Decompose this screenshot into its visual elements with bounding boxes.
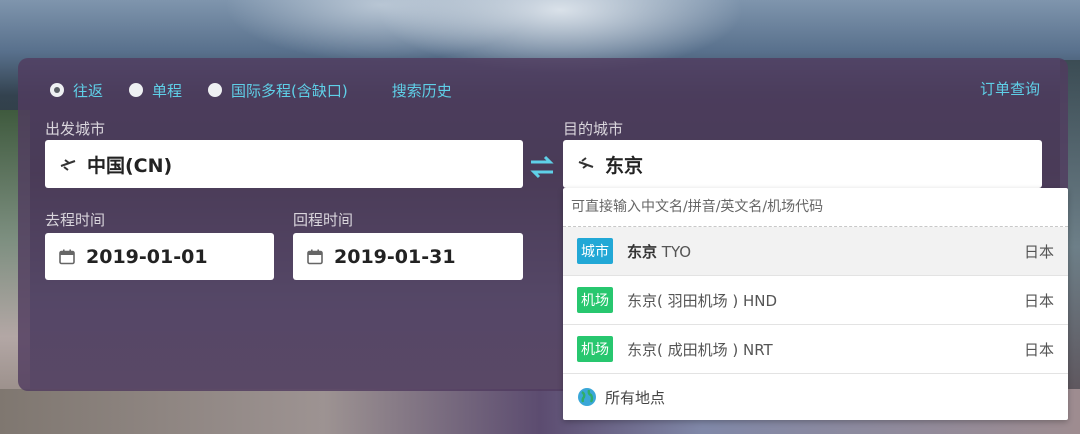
globe-icon	[578, 388, 596, 406]
departure-city-input[interactable]: 中国(CN)	[45, 140, 523, 188]
destination-city-value: 东京	[605, 154, 644, 177]
calendar-icon	[59, 249, 75, 264]
depart-date-value: 2019-01-01	[86, 245, 208, 268]
destination-suggestion-dropdown: 可直接输入中文名/拼音/英文名/机场代码 城市 东京 TYO 日本 机场 东京(…	[563, 188, 1068, 420]
radio-multi-city[interactable]: 国际多程(含缺口)	[208, 80, 348, 101]
city-tag: 城市	[577, 238, 613, 264]
suggestion-city-tokyo[interactable]: 城市 东京 TYO 日本	[563, 227, 1068, 276]
radio-unchecked-icon	[208, 83, 223, 97]
destination-label: 目的城市	[563, 120, 624, 138]
suggestion-name: 东京( 成田机场 ) NRT	[627, 340, 773, 359]
landing-icon	[578, 157, 594, 169]
takeoff-icon	[60, 159, 76, 171]
return-date-input[interactable]: 2019-01-31	[293, 233, 523, 280]
radio-multi-city-label: 国际多程(含缺口)	[231, 81, 348, 100]
suggestion-country: 日本	[1023, 291, 1054, 310]
radio-one-way-label: 单程	[152, 81, 183, 100]
suggestion-airport-hnd[interactable]: 机场 东京( 羽田机场 ) HND 日本	[563, 276, 1068, 325]
airport-tag: 机场	[577, 287, 613, 313]
radio-unchecked-icon	[129, 83, 144, 97]
depart-date-input[interactable]: 2019-01-01	[45, 233, 274, 280]
radio-checked-icon	[50, 83, 64, 97]
depart-date-label: 去程时间	[45, 211, 106, 229]
suggestion-name: 东京( 羽田机场 ) HND	[627, 291, 778, 310]
dropdown-hint: 可直接输入中文名/拼音/英文名/机场代码	[563, 188, 1068, 227]
radio-round-trip-label: 往返	[73, 81, 104, 100]
swap-icon[interactable]	[528, 154, 556, 180]
suggestion-country: 日本	[1023, 340, 1054, 359]
trip-type-group: 往返 单程 国际多程(含缺口) 搜索历史	[50, 78, 452, 102]
suggestion-airport-nrt[interactable]: 机场 东京( 成田机场 ) NRT 日本	[563, 325, 1068, 374]
all-places-link[interactable]: 所有地点	[563, 374, 1068, 420]
airport-tag: 机场	[577, 336, 613, 362]
order-query-link[interactable]: 订单查询	[980, 78, 1040, 99]
departure-city-value: 中国(CN)	[87, 154, 173, 177]
return-date-value: 2019-01-31	[334, 245, 456, 268]
radio-one-way[interactable]: 单程	[129, 80, 182, 101]
departure-label: 出发城市	[45, 120, 106, 138]
radio-round-trip[interactable]: 往返	[50, 80, 103, 101]
suggestion-country: 日本	[1023, 242, 1054, 261]
destination-city-input[interactable]: 东京	[563, 140, 1042, 188]
search-history-link[interactable]: 搜索历史	[392, 80, 452, 101]
all-places-label: 所有地点	[605, 388, 666, 407]
calendar-icon	[307, 249, 323, 264]
return-date-label: 回程时间	[293, 211, 354, 229]
suggestion-name: 东京 TYO	[627, 242, 692, 261]
